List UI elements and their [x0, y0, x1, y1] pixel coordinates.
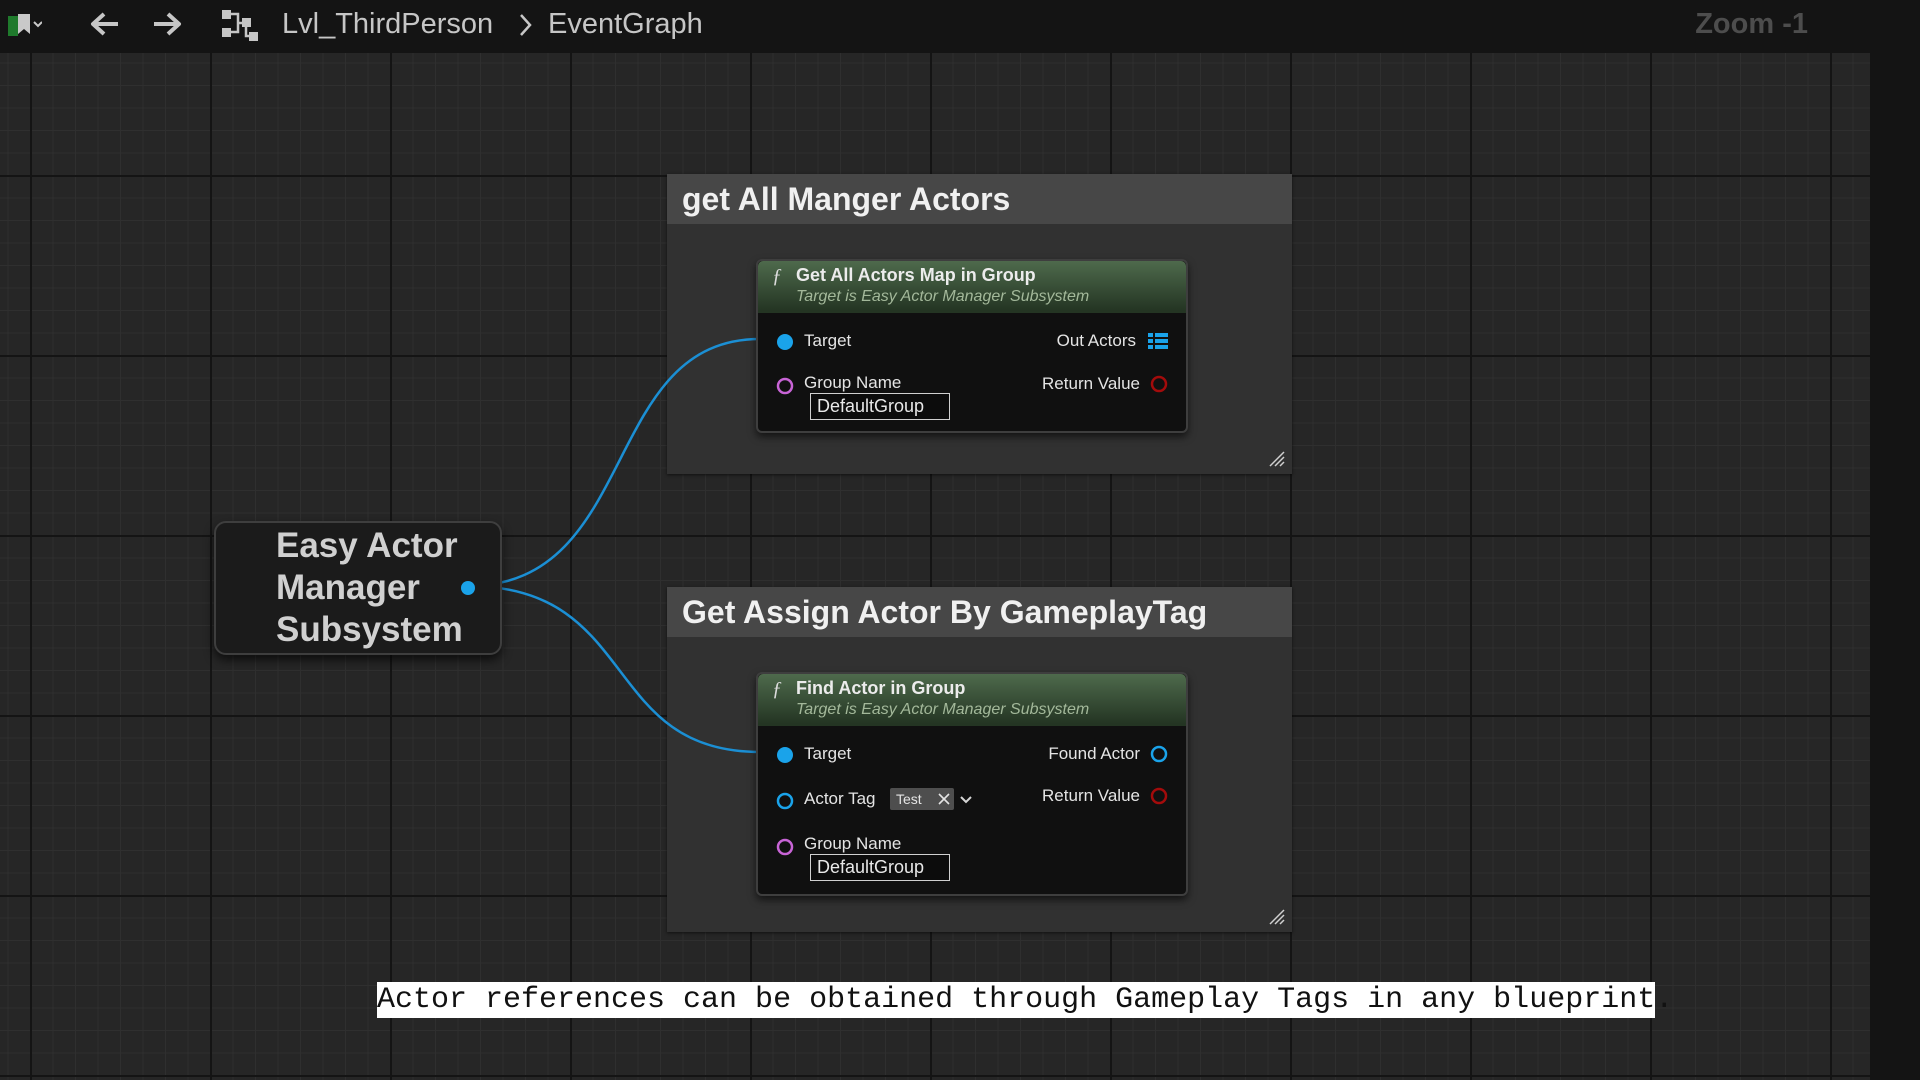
pin-label-return-value: Return Value [1042, 374, 1140, 393]
clear-tag-icon[interactable] [938, 793, 950, 805]
getter-node-title: Easy Actor Manager Subsystem [276, 526, 463, 649]
object-output-pin[interactable] [458, 578, 478, 598]
pin-label-found-actor: Found Actor [1048, 744, 1140, 763]
node-subtitle: Target is Easy Actor Manager Subsystem [796, 288, 1090, 305]
group-name-input-pin[interactable] [774, 375, 796, 397]
exec-wire-target-2 [467, 584, 761, 754]
function-icon: ƒ [772, 265, 782, 287]
node-title: Get All Actors Map in Group [796, 265, 1036, 285]
function-node-get-all-actors[interactable]: ƒ Get All Actors Map in Group Target is … [756, 259, 1188, 433]
node-subtitle: Target is Easy Actor Manager Subsystem [796, 701, 1090, 718]
node-header: ƒ Find Actor in Group Target is Easy Act… [758, 674, 1186, 726]
pin-label-return-value: Return Value [1042, 786, 1140, 805]
function-node-find-actor[interactable]: ƒ Find Actor in Group Target is Easy Act… [756, 672, 1188, 896]
function-icon: ƒ [772, 678, 782, 700]
pin-label-actor-tag: Actor Tag [804, 789, 876, 808]
gameplay-tag-chip[interactable]: Test [890, 788, 954, 810]
array-output-pin-icon[interactable] [1146, 329, 1170, 353]
tag-value: Test [896, 791, 922, 807]
group-name-input-pin[interactable] [774, 836, 796, 858]
group-name-field[interactable]: DefaultGroup [810, 854, 950, 881]
target-input-pin[interactable] [774, 744, 796, 766]
actor-tag-input-pin[interactable] [774, 790, 796, 812]
tag-dropdown-chevron-icon[interactable] [958, 792, 974, 808]
target-input-pin[interactable] [774, 331, 796, 353]
object-output-pin[interactable] [1148, 743, 1170, 765]
node-header: ƒ Get All Actors Map in Group Target is … [758, 261, 1186, 313]
pin-label-group-name: Group Name [804, 373, 902, 392]
group-name-field[interactable]: DefaultGroup [810, 393, 950, 420]
bool-output-pin[interactable] [1148, 785, 1170, 807]
bool-output-pin[interactable] [1148, 373, 1170, 395]
subtitle-caption: Actor references can be obtained through… [377, 982, 1674, 1018]
subsystem-getter-node[interactable]: Easy Actor Manager Subsystem [214, 521, 502, 655]
exec-wire-target-1 [467, 337, 761, 588]
pin-label-target: Target [804, 744, 852, 763]
node-title: Find Actor in Group [796, 678, 966, 698]
pin-label-group-name: Group Name [804, 834, 902, 853]
pin-label-target: Target [804, 331, 852, 350]
pin-label-out-actors: Out Actors [1056, 331, 1136, 350]
